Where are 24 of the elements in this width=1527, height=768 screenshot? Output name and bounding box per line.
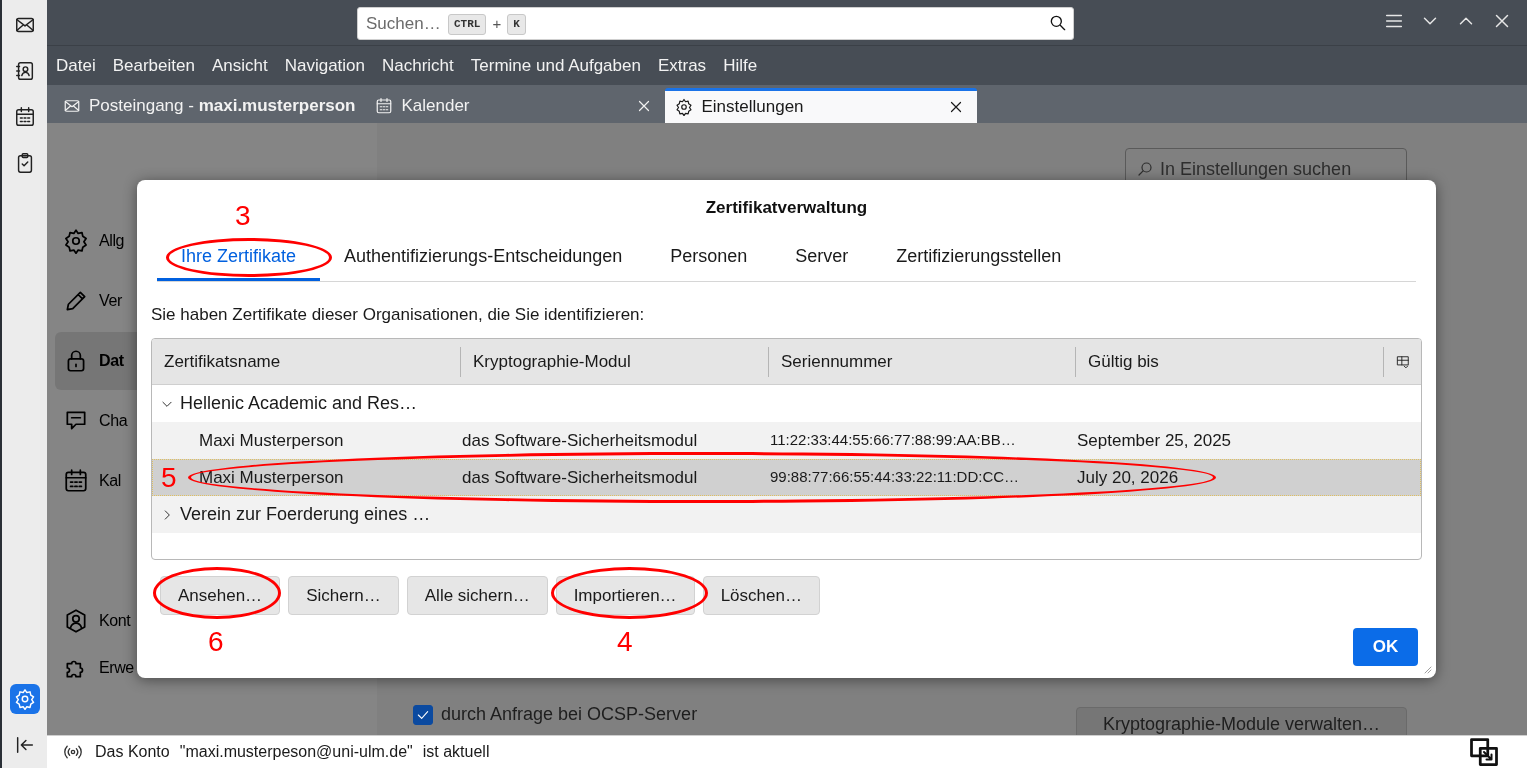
status-text: "maxi.musterpeson@uni-ulm.de": [179, 742, 413, 762]
status-text: Das Konto: [95, 742, 170, 762]
shortcut-key: CTRL: [448, 14, 487, 35]
annotation-number: 6: [208, 628, 224, 656]
annotation-number: 3: [235, 202, 251, 230]
tab-label: Einstellungen: [701, 96, 805, 119]
annotation-number: 4: [617, 628, 633, 656]
description-text: Sie haben Zertifikate dieser Organisationen, die Sie identifizieren:: [151, 304, 646, 326]
status-text: ist aktuell: [422, 742, 490, 762]
tab-label: Kalender: [401, 94, 471, 117]
dialog-title: Zertifikatverwaltung: [705, 197, 868, 217]
annotation-number: 5: [161, 464, 177, 492]
plus-sign: +: [492, 14, 502, 34]
table-cell-text: September 25, 2025: [1077, 429, 1232, 452]
table-cell-text: July 20, 2026: [1077, 466, 1179, 489]
tab-label: Posteingang - maxi.musterperson: [89, 94, 356, 117]
table-cell-text: Maxi Musterperson: [199, 466, 344, 489]
table-cell-text: Maxi Musterperson: [199, 429, 344, 452]
shortcut-key: K: [507, 14, 526, 35]
table-cell-text: 11:22:33:44:55:66:77:88:99:AA:BB…: [770, 430, 1016, 451]
table-cell-text: das Software-Sicherheitsmodul: [462, 466, 698, 489]
table-cell-text: 99:88:77:66:55:44:33:22:11:DD:CC…: [770, 467, 1020, 488]
checkbox-label: durch Anfrage bei OCSP-Server: [441, 703, 698, 726]
table-cell-text: das Software-Sicherheitsmodul: [462, 429, 698, 452]
